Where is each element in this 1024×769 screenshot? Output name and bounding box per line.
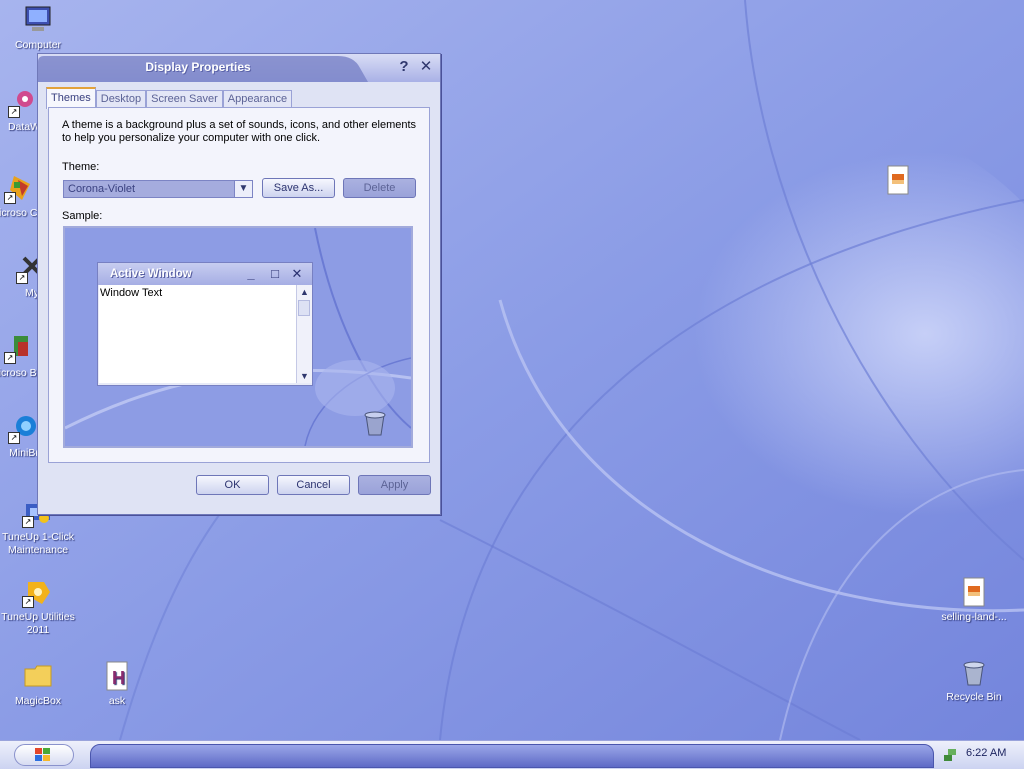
sample-window-body: Window Text <box>99 285 296 383</box>
scroll-up-icon: ▲ <box>300 287 309 297</box>
minimize-icon: _ <box>247 266 255 281</box>
sample-active-window: Active Window _ □ ✕ Window Text ▲ ▼ <box>97 262 313 386</box>
desktop-icon-magicbox[interactable]: MagicBox <box>0 660 76 708</box>
desktop-icon-recycle-bin[interactable]: Recycle Bin <box>936 656 1012 704</box>
desktop-icon-label: TuneUp 1-Click Maintenance <box>2 531 74 556</box>
theme-dropdown-value: Corona-Violet <box>68 183 136 195</box>
dialog-title: Display Properties <box>145 60 251 74</box>
browser-icon: ↗ <box>8 412 40 444</box>
computer-icon <box>22 4 54 36</box>
app-shortcut-icon: ↗ <box>8 86 40 118</box>
network-icon[interactable] <box>942 747 958 763</box>
desktop-icon-computer[interactable]: Computer <box>0 4 76 52</box>
dialog-titlebar[interactable]: Display Properties ? ✕ <box>38 54 440 82</box>
display-properties-dialog: Display Properties ? ✕ Themes Desktop Sc… <box>37 53 441 515</box>
sample-scrollbar: ▲ ▼ <box>296 285 312 383</box>
delete-button[interactable]: Delete <box>343 178 416 198</box>
maximize-icon: □ <box>271 266 279 281</box>
html-file-icon: H <box>101 660 133 692</box>
desktop-icon-label: MiniBr <box>9 447 39 459</box>
chevron-down-icon[interactable]: ▼ <box>234 181 252 197</box>
recycle-bin-icon <box>958 656 990 688</box>
cancel-button[interactable]: Cancel <box>277 475 350 495</box>
tab-screen-saver[interactable]: Screen Saver <box>146 90 223 108</box>
desktop-icon-label: selling-land-... <box>941 611 1007 623</box>
theme-sample-preview: Active Window _ □ ✕ Window Text ▲ ▼ <box>63 226 413 448</box>
description-line1: A theme is a background plus a set of so… <box>62 119 417 131</box>
taskbar-band[interactable] <box>90 744 934 768</box>
tab-appearance[interactable]: Appearance <box>222 90 293 108</box>
image-file-icon <box>882 164 914 196</box>
scroll-down-icon: ▼ <box>300 371 309 381</box>
tab-themes[interactable]: Themes <box>46 87 96 109</box>
help-button[interactable]: ? <box>394 58 414 76</box>
shortcut-arrow-icon: ↗ <box>4 192 16 204</box>
desktop-icon-label: Recycle Bin <box>946 691 1002 703</box>
sample-recycle-bin-icon <box>364 411 386 436</box>
tab-desktop[interactable]: Desktop <box>95 90 147 108</box>
shortcut-arrow-icon: ↗ <box>8 432 20 444</box>
visual-studio-icon: ↗ <box>4 172 36 204</box>
sample-window-title: Active Window <box>110 268 192 280</box>
shortcut-arrow-icon: ↗ <box>22 596 34 608</box>
svg-text:H: H <box>112 668 125 688</box>
folder-icon <box>22 660 54 692</box>
sample-label: Sample: <box>62 210 103 222</box>
apply-button[interactable]: Apply <box>358 475 431 495</box>
sample-window-titlebar: Active Window _ □ ✕ <box>98 263 312 285</box>
description-line2: to help you personalize your computer wi… <box>62 132 321 144</box>
ok-button[interactable]: OK <box>196 475 269 495</box>
shortcut-arrow-icon: ↗ <box>22 516 34 528</box>
desktop-icon-image-file[interactable] <box>860 164 936 199</box>
scroll-thumb <box>298 300 310 316</box>
tab-strip: Themes Desktop Screen Saver Appearance <box>46 87 293 109</box>
tuneup-utilities-icon: ↗ <box>22 576 54 608</box>
themes-panel: A theme is a background plus a set of so… <box>48 107 430 463</box>
desktop-icon-label: ask <box>108 695 126 707</box>
close-button[interactable]: ✕ <box>416 58 436 76</box>
visual-basic-icon: ↗ <box>4 332 36 364</box>
shortcut-arrow-icon: ↗ <box>16 272 28 284</box>
desktop-icon-label: DataW <box>7 121 41 133</box>
desktop: Computer ↗ DataW ↗ Microso C++ ↗ My ↗ Mi… <box>0 0 1024 740</box>
desktop-icon-label: MagicBox <box>14 695 62 707</box>
theme-dropdown[interactable]: Corona-Violet ▼ <box>63 180 253 198</box>
image-file-icon <box>958 576 990 608</box>
windows-logo-icon <box>35 748 50 761</box>
desktop-icon-ask[interactable]: H ask <box>79 660 155 708</box>
desktop-icon-label: Computer <box>14 39 62 51</box>
close-icon: ✕ <box>291 266 303 281</box>
sample-window-text: Window Text <box>100 287 163 299</box>
shortcut-arrow-icon: ↗ <box>4 352 16 364</box>
theme-label: Theme: <box>62 161 100 173</box>
taskbar: 6:22 AM <box>0 740 1024 769</box>
clock[interactable]: 6:22 AM <box>966 747 1006 759</box>
desktop-icon-tuneup-utilities[interactable]: ↗ TuneUp Utilities 2011 <box>0 576 76 637</box>
save-as-button[interactable]: Save As... <box>262 178 335 198</box>
desktop-icon-label: TuneUp Utilities 2011 <box>1 611 75 636</box>
system-tray: 6:22 AM <box>936 745 1020 765</box>
start-button[interactable] <box>14 744 74 766</box>
shortcut-arrow-icon: ↗ <box>8 106 20 118</box>
desktop-icon-selling-land[interactable]: selling-land-... <box>936 576 1012 624</box>
